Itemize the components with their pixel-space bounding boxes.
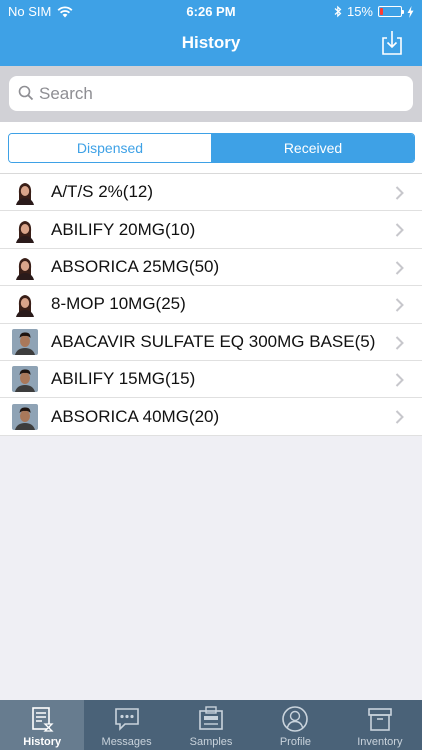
chevron-right-icon xyxy=(395,410,404,425)
header: No SIM 6:26 PM 15% History xyxy=(0,0,422,66)
battery-icon xyxy=(378,6,404,17)
tab-history[interactable]: History xyxy=(0,700,85,750)
tab-label: Messages xyxy=(101,736,152,748)
avatar xyxy=(12,216,38,243)
list-item[interactable]: ABSORICA 40MG(20) xyxy=(0,398,422,436)
search-icon xyxy=(18,85,34,101)
segment-area: Dispensed Received xyxy=(0,122,422,174)
tab-messages[interactable]: Messages xyxy=(84,700,168,750)
item-label: 8-MOP 10MG(25) xyxy=(51,294,186,314)
history-list: A/T/S 2%(12) ABILIFY 20MG(10) ABSORICA 2… xyxy=(0,174,422,436)
status-right: 15% xyxy=(334,4,414,19)
list-item[interactable]: ABACAVIR SULFATE EQ 300MG BASE(5) xyxy=(0,324,422,361)
list-item[interactable]: ABSORICA 25MG(50) xyxy=(0,249,422,287)
inventory-icon xyxy=(368,708,392,731)
status-bar: No SIM 6:26 PM 15% xyxy=(0,0,422,22)
chevron-right-icon xyxy=(395,298,404,312)
item-label: ABSORICA 25MG(50) xyxy=(51,256,220,276)
page-title: History xyxy=(181,33,241,52)
tab-label: Profile xyxy=(279,736,312,748)
item-label: ABILIFY 15MG(15) xyxy=(51,369,196,389)
list-item[interactable]: 8-MOP 10MG(25) xyxy=(0,286,422,324)
battery-percent: 15% xyxy=(346,4,373,19)
list-item[interactable]: A/T/S 2%(12) xyxy=(0,174,422,212)
tab-bar: History Messages Samples Profile Invento… xyxy=(0,700,422,750)
segment-dispensed[interactable]: Dispensed xyxy=(9,134,211,162)
search-bar xyxy=(0,66,422,122)
search-field[interactable] xyxy=(9,76,413,111)
tab-samples[interactable]: Samples xyxy=(169,700,253,750)
chevron-right-icon xyxy=(395,186,404,200)
bluetooth-icon xyxy=(334,5,342,18)
tab-label: History xyxy=(23,736,62,748)
download-icon[interactable] xyxy=(380,30,404,56)
tab-inventory[interactable]: Inventory xyxy=(338,700,422,750)
list-item[interactable]: ABILIFY 20MG(10) xyxy=(0,211,422,249)
profile-icon xyxy=(282,706,309,732)
segment-received[interactable]: Received xyxy=(211,134,414,162)
avatar xyxy=(12,291,38,318)
search-input[interactable] xyxy=(39,76,399,111)
tab-label: Samples xyxy=(189,736,233,748)
segmented-control: Dispensed Received xyxy=(8,133,415,163)
item-label: ABACAVIR SULFATE EQ 300MG BASE(5) xyxy=(51,331,376,351)
avatar xyxy=(12,253,38,280)
avatar xyxy=(12,366,38,393)
messages-icon xyxy=(114,708,139,731)
avatar xyxy=(12,328,38,355)
item-label: ABSORICA 40MG(20) xyxy=(51,406,220,426)
item-label: A/T/S 2%(12) xyxy=(51,182,154,202)
chevron-right-icon xyxy=(395,335,404,350)
chevron-right-icon xyxy=(395,261,404,275)
avatar xyxy=(12,179,38,206)
tab-label: Inventory xyxy=(357,736,403,748)
charging-bolt-icon xyxy=(407,5,414,18)
avatar xyxy=(12,403,38,430)
chevron-right-icon xyxy=(395,223,404,238)
history-icon xyxy=(32,707,54,732)
list-item[interactable]: ABILIFY 15MG(15) xyxy=(0,361,422,399)
chevron-right-icon xyxy=(395,373,404,387)
samples-icon xyxy=(199,706,223,730)
item-label: ABILIFY 20MG(10) xyxy=(51,219,196,239)
tab-profile[interactable]: Profile xyxy=(253,700,337,750)
